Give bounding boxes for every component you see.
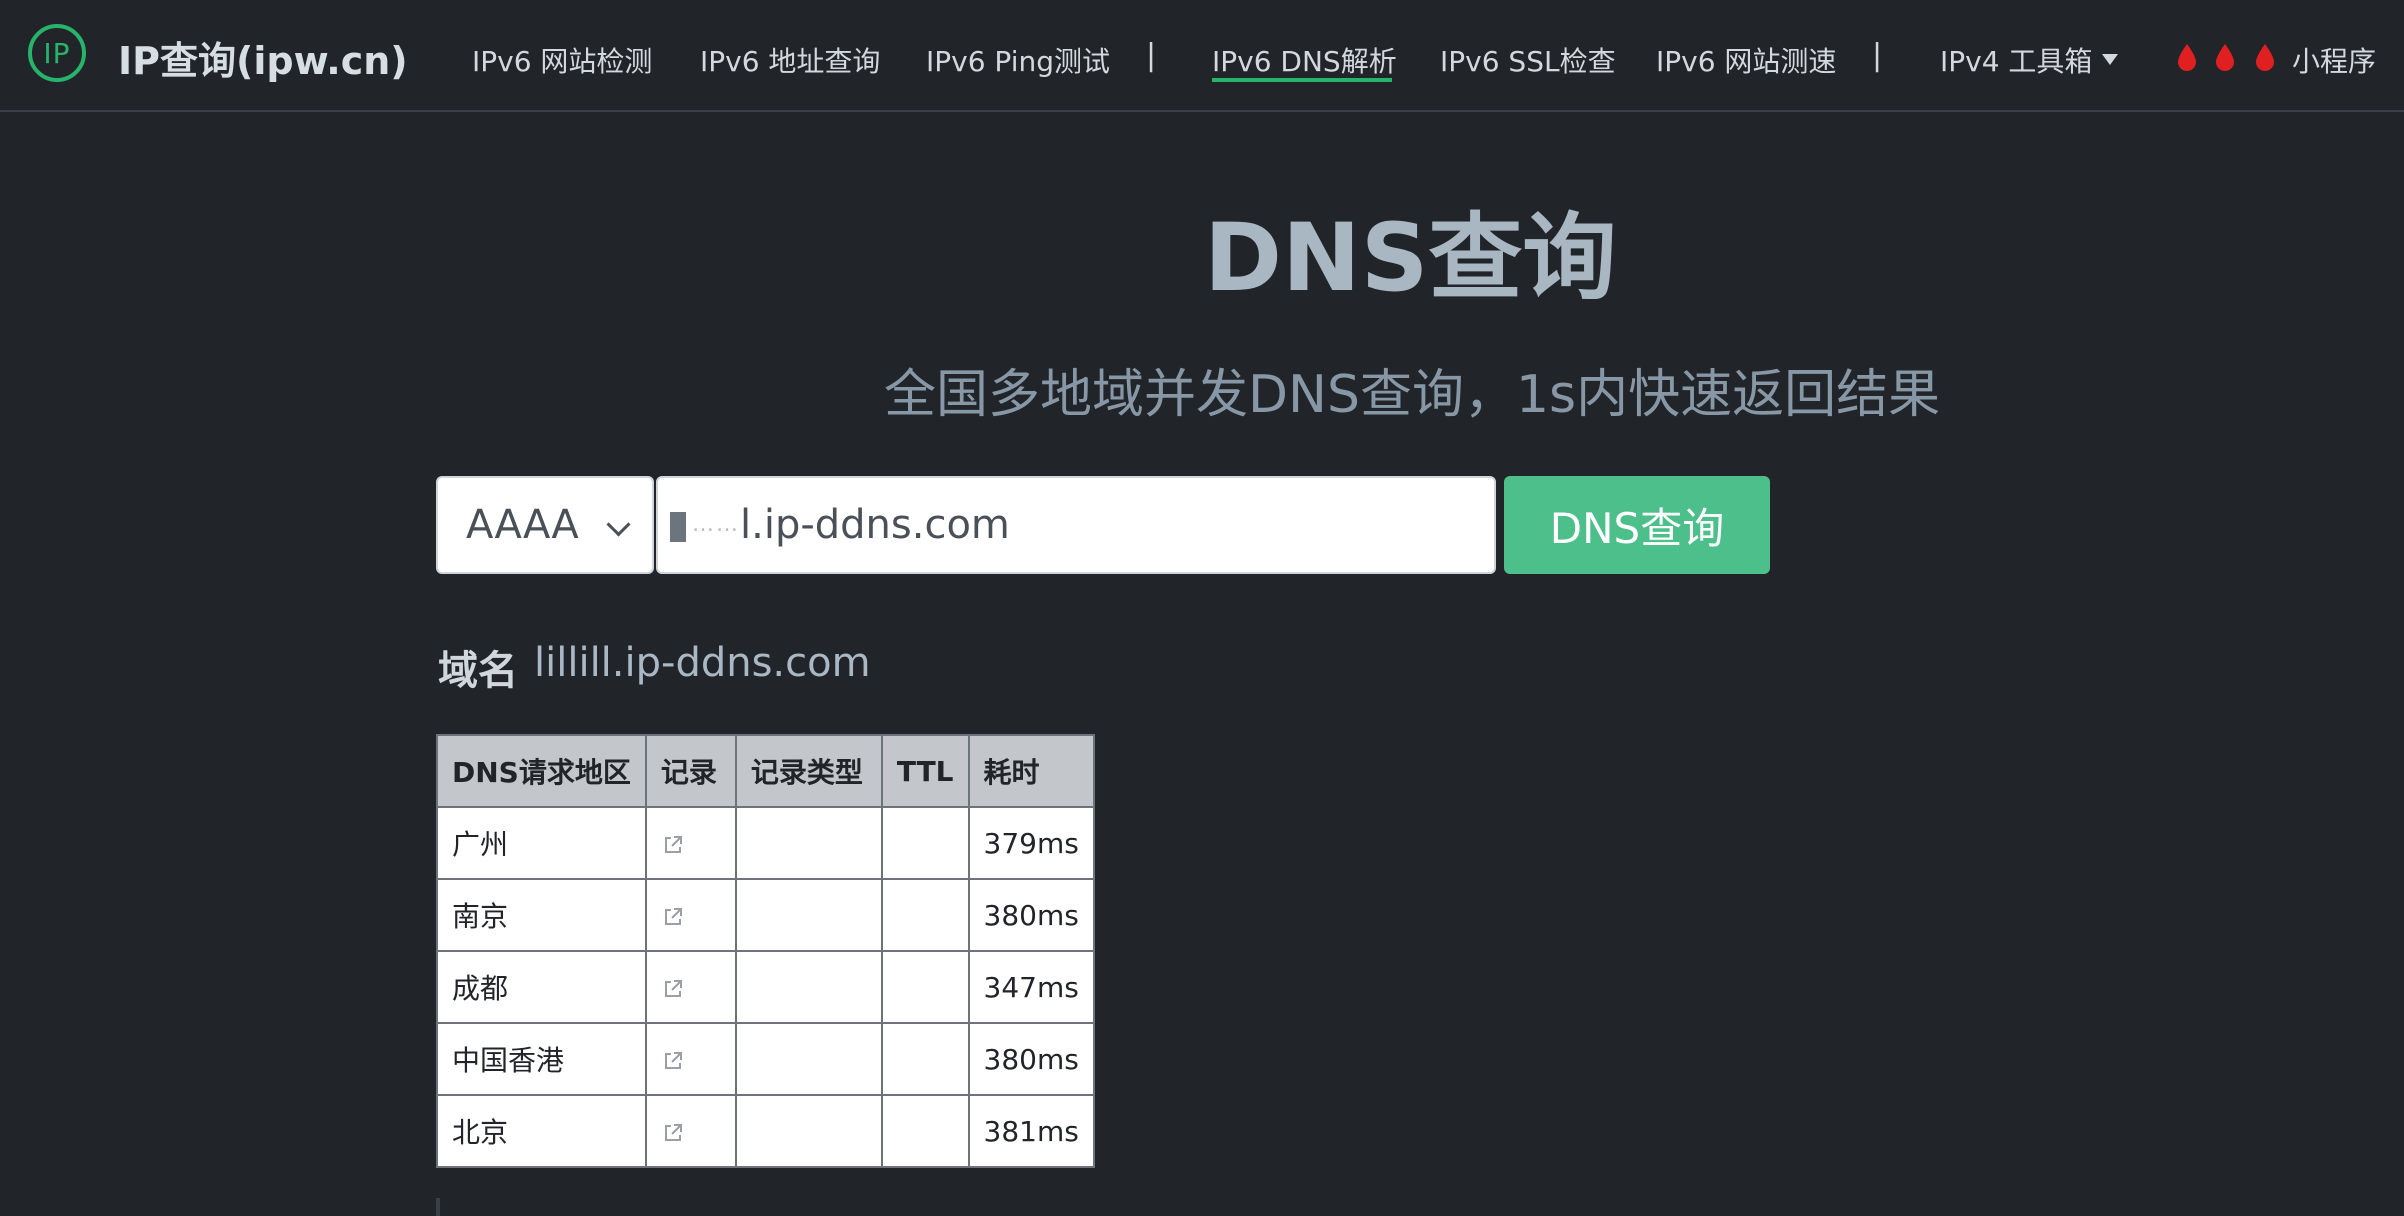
- cell-record[interactable]: [644, 1022, 737, 1096]
- table-row: 广州 379ms: [436, 806, 1095, 880]
- cell-region: 广州: [436, 806, 647, 880]
- cell-region: 中国香港: [436, 1022, 647, 1096]
- external-link-icon[interactable]: [661, 1049, 685, 1073]
- cell-record[interactable]: [644, 806, 737, 880]
- nav-ipv6-ping[interactable]: IPv6 Ping测试: [926, 40, 1110, 80]
- cell-ttl: [880, 806, 970, 880]
- caret-down-icon[interactable]: [2102, 54, 2118, 65]
- input-mask-block: [670, 512, 686, 542]
- external-link-icon[interactable]: [661, 977, 685, 1001]
- header-ttl: TTL: [880, 734, 970, 808]
- cell-type: [734, 806, 883, 880]
- cell-region: 南京: [436, 878, 647, 952]
- content-divider: [436, 1198, 440, 1216]
- top-navbar: IP IP查询(ipw.cn) IPv6 网站检测 IPv6 地址查询 IPv6…: [0, 0, 2404, 112]
- nav-ipv6-dns[interactable]: IPv6 DNS解析: [1212, 40, 1397, 80]
- chevron-down-icon: [606, 512, 631, 537]
- input-masked-prefix: ……: [692, 512, 740, 537]
- external-link-icon[interactable]: [661, 833, 685, 857]
- dns-result-table: DNS请求地区 记录 记录类型 TTL 耗时 广州 379ms 南京 380ms: [436, 734, 1095, 1168]
- nav-separator: |: [1146, 38, 1157, 73]
- cell-record[interactable]: [644, 878, 737, 952]
- cell-region: 成都: [436, 950, 647, 1024]
- nav-ipv6-ssl[interactable]: IPv6 SSL检查: [1440, 40, 1616, 80]
- header-record: 记录: [644, 734, 737, 808]
- cell-region: 北京: [436, 1094, 647, 1168]
- domain-input-value: l.ip-ddns.com: [740, 502, 1010, 548]
- cell-ttl: [880, 1022, 970, 1096]
- cell-type: [734, 1022, 883, 1096]
- nav-separator: |: [1872, 38, 1883, 73]
- nav-ipv6-site-check[interactable]: IPv6 网站检测: [472, 40, 652, 80]
- cell-ttl: [880, 1094, 970, 1168]
- blood-drop-icon: [2216, 44, 2234, 71]
- table-header-row: DNS请求地区 记录 记录类型 TTL 耗时: [436, 734, 1095, 808]
- nav-mini-program[interactable]: 小程序: [2292, 40, 2376, 80]
- nav-ipv6-speed[interactable]: IPv6 网站测速: [1656, 40, 1836, 80]
- cell-time: 381ms: [967, 1094, 1095, 1168]
- header-record-type: 记录类型: [734, 734, 883, 808]
- nav-ipv6-address-lookup[interactable]: IPv6 地址查询: [700, 40, 880, 80]
- cell-time: 379ms: [967, 806, 1095, 880]
- cell-time: 380ms: [967, 1022, 1095, 1096]
- blood-drop-icon: [2256, 44, 2274, 71]
- domain-label: 域名: [438, 648, 518, 694]
- table-row: 成都 347ms: [436, 950, 1095, 1024]
- header-time: 耗时: [967, 734, 1095, 808]
- ip-logo-icon[interactable]: IP: [28, 24, 86, 82]
- table-row: 北京 381ms: [436, 1094, 1095, 1168]
- cell-type: [734, 950, 883, 1024]
- blood-drop-icon: [2178, 44, 2196, 71]
- cell-record[interactable]: [644, 950, 737, 1024]
- brand-name[interactable]: IP查询(ipw.cn): [118, 30, 408, 85]
- table-row: 南京 380ms: [436, 878, 1095, 952]
- domain-input[interactable]: …… l.ip-ddns.com: [656, 476, 1496, 574]
- page-subtitle: 全国多地域并发DNS查询，1s内快速返回结果: [884, 365, 1941, 425]
- cell-record[interactable]: [644, 1094, 737, 1168]
- external-link-icon[interactable]: [661, 1121, 685, 1145]
- cell-ttl: [880, 950, 970, 1024]
- cell-time: 380ms: [967, 878, 1095, 952]
- page-title: DNS查询: [1204, 204, 1617, 313]
- cell-type: [734, 1094, 883, 1168]
- record-type-value: AAAA: [466, 502, 579, 548]
- table-row: 中国香港 380ms: [436, 1022, 1095, 1096]
- nav-ipv4-toolbox[interactable]: IPv4 工具箱: [1940, 40, 2092, 80]
- nav-active-indicator: [1212, 78, 1392, 82]
- cell-ttl: [880, 878, 970, 952]
- cell-time: 347ms: [967, 950, 1095, 1024]
- external-link-icon[interactable]: [661, 905, 685, 929]
- dns-query-button[interactable]: DNS查询: [1504, 476, 1770, 574]
- record-type-select[interactable]: AAAA: [436, 476, 654, 574]
- domain-value: lillill.ip-ddns.com: [534, 640, 871, 686]
- header-region: DNS请求地区: [436, 734, 647, 808]
- cell-type: [734, 878, 883, 952]
